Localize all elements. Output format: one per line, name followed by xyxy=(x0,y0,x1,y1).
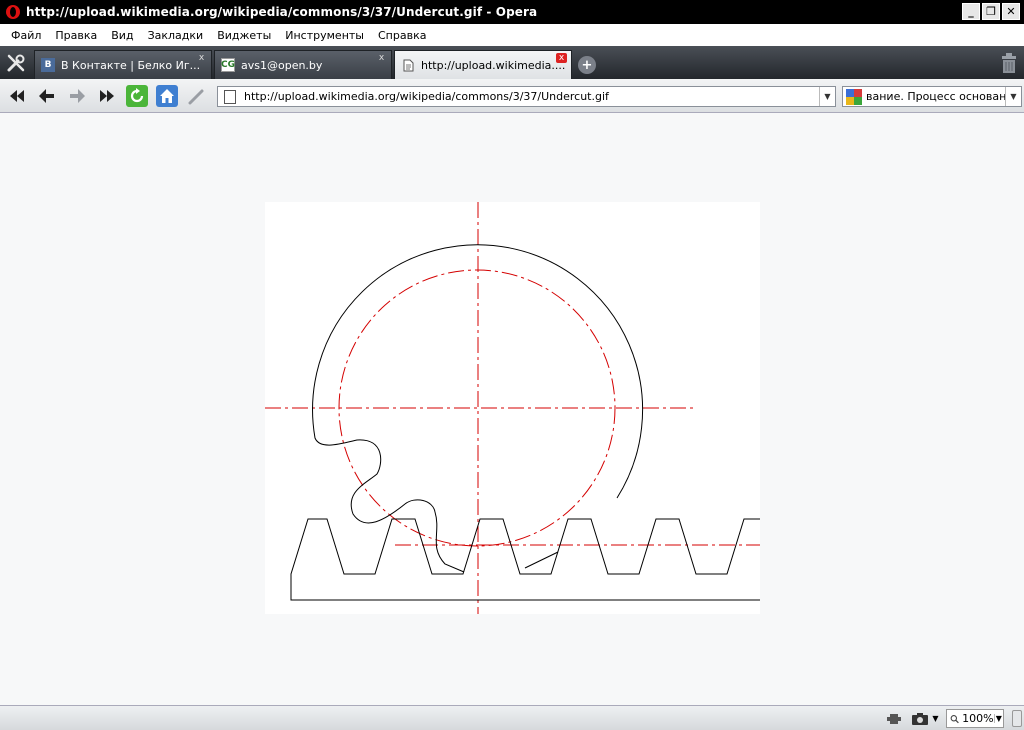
back-button[interactable] xyxy=(36,85,58,107)
page-favicon-icon xyxy=(401,58,415,72)
new-tab-button[interactable]: + xyxy=(578,56,596,74)
arrow-left-icon xyxy=(39,89,54,103)
window-controls: _ ❐ ✕ xyxy=(962,3,1020,20)
menu-view[interactable]: Вид xyxy=(104,29,140,42)
gear-rack-drawing xyxy=(265,202,760,614)
chevron-down-icon: ▼ xyxy=(993,714,1003,723)
images-toggle-button[interactable]: ▼ xyxy=(908,709,942,728)
menu-widgets[interactable]: Виджеты xyxy=(210,29,278,42)
tab-vkontakte[interactable]: В В Контакте | Белко Иг... x xyxy=(34,50,212,79)
menu-edit[interactable]: Правка xyxy=(48,29,104,42)
chevron-down-icon: ▼ xyxy=(932,714,939,723)
tab-label: В Контакте | Белко Иг... xyxy=(61,58,201,72)
status-bar: ▼ 100% ▼ xyxy=(0,705,1024,730)
close-window-button[interactable]: ✕ xyxy=(1002,3,1020,20)
chevron-down-icon: ▼ xyxy=(824,92,831,101)
tab-close-button[interactable]: x xyxy=(376,53,387,63)
wrench-icon xyxy=(7,54,25,72)
menu-bar: Файл Правка Вид Закладки Виджеты Инструм… xyxy=(0,24,1024,46)
search-text: вание. Процесс основан на xyxy=(866,90,1005,103)
page-content xyxy=(0,114,1024,705)
mail-favicon-icon: CG xyxy=(221,58,235,72)
fast-forward-button[interactable] xyxy=(96,85,118,107)
undercut-image xyxy=(265,202,760,614)
tab-close-button[interactable]: x xyxy=(196,53,207,63)
zoom-level: 100% xyxy=(962,712,994,725)
title-bar: http://upload.wikimedia.org/wikipedia/co… xyxy=(0,0,1024,24)
rewind-icon xyxy=(10,90,24,102)
chevron-down-icon: ▼ xyxy=(1010,92,1017,101)
plus-icon: + xyxy=(581,57,593,73)
tab-label: avs1@open.by xyxy=(241,58,323,72)
page-icon xyxy=(224,89,236,104)
window-title: http://upload.wikimedia.org/wikipedia/co… xyxy=(26,5,538,19)
pencil-icon xyxy=(188,89,204,105)
google-search-icon xyxy=(846,88,862,105)
rewind-button[interactable] xyxy=(6,85,28,107)
plugin-icon xyxy=(887,713,901,724)
reload-button[interactable] xyxy=(126,85,148,107)
home-button[interactable] xyxy=(156,85,178,107)
restore-button[interactable]: ❐ xyxy=(982,3,1000,20)
trash-button[interactable] xyxy=(1000,52,1018,74)
search-field[interactable]: вание. Процесс основан на ▼ xyxy=(842,86,1022,107)
navigation-toolbar: http://upload.wikimedia.org/wikipedia/co… xyxy=(0,79,1024,113)
magnifier-icon xyxy=(950,714,959,723)
tab-label: http://upload.wikimedia.... xyxy=(421,58,566,72)
search-engine-dropdown[interactable]: ▼ xyxy=(1005,87,1021,106)
zoom-control[interactable]: 100% ▼ xyxy=(946,709,1004,728)
vk-favicon-icon: В xyxy=(41,58,55,72)
fast-forward-icon xyxy=(100,90,114,102)
opera-logo-icon xyxy=(6,5,20,19)
home-icon xyxy=(160,89,174,103)
panel-handle[interactable] xyxy=(1012,710,1022,727)
camera-icon xyxy=(912,712,929,725)
forward-button[interactable] xyxy=(66,85,88,107)
reload-icon xyxy=(130,88,144,103)
arrow-right-icon xyxy=(70,89,85,103)
tab-close-button[interactable]: x xyxy=(556,53,567,63)
tab-bar: В В Контакте | Белко Иг... x CG avs1@ope… xyxy=(0,46,1024,79)
tools-menu-button[interactable] xyxy=(2,50,30,76)
address-field[interactable]: http://upload.wikimedia.org/wikipedia/co… xyxy=(217,86,836,107)
minimize-button[interactable]: _ xyxy=(962,3,980,20)
tab-mail[interactable]: CG avs1@open.by x xyxy=(214,50,392,79)
address-dropdown-button[interactable]: ▼ xyxy=(819,87,835,106)
menu-file[interactable]: Файл xyxy=(4,29,48,42)
edit-button[interactable] xyxy=(186,85,208,107)
url-text: http://upload.wikimedia.org/wikipedia/co… xyxy=(244,90,609,103)
menu-tools[interactable]: Инструменты xyxy=(278,29,371,42)
speed-dial-button[interactable] xyxy=(884,709,904,728)
tab-wikimedia-image[interactable]: http://upload.wikimedia.... x xyxy=(394,50,572,79)
trash-icon xyxy=(1002,53,1016,73)
menu-bookmarks[interactable]: Закладки xyxy=(141,29,211,42)
menu-help[interactable]: Справка xyxy=(371,29,433,42)
